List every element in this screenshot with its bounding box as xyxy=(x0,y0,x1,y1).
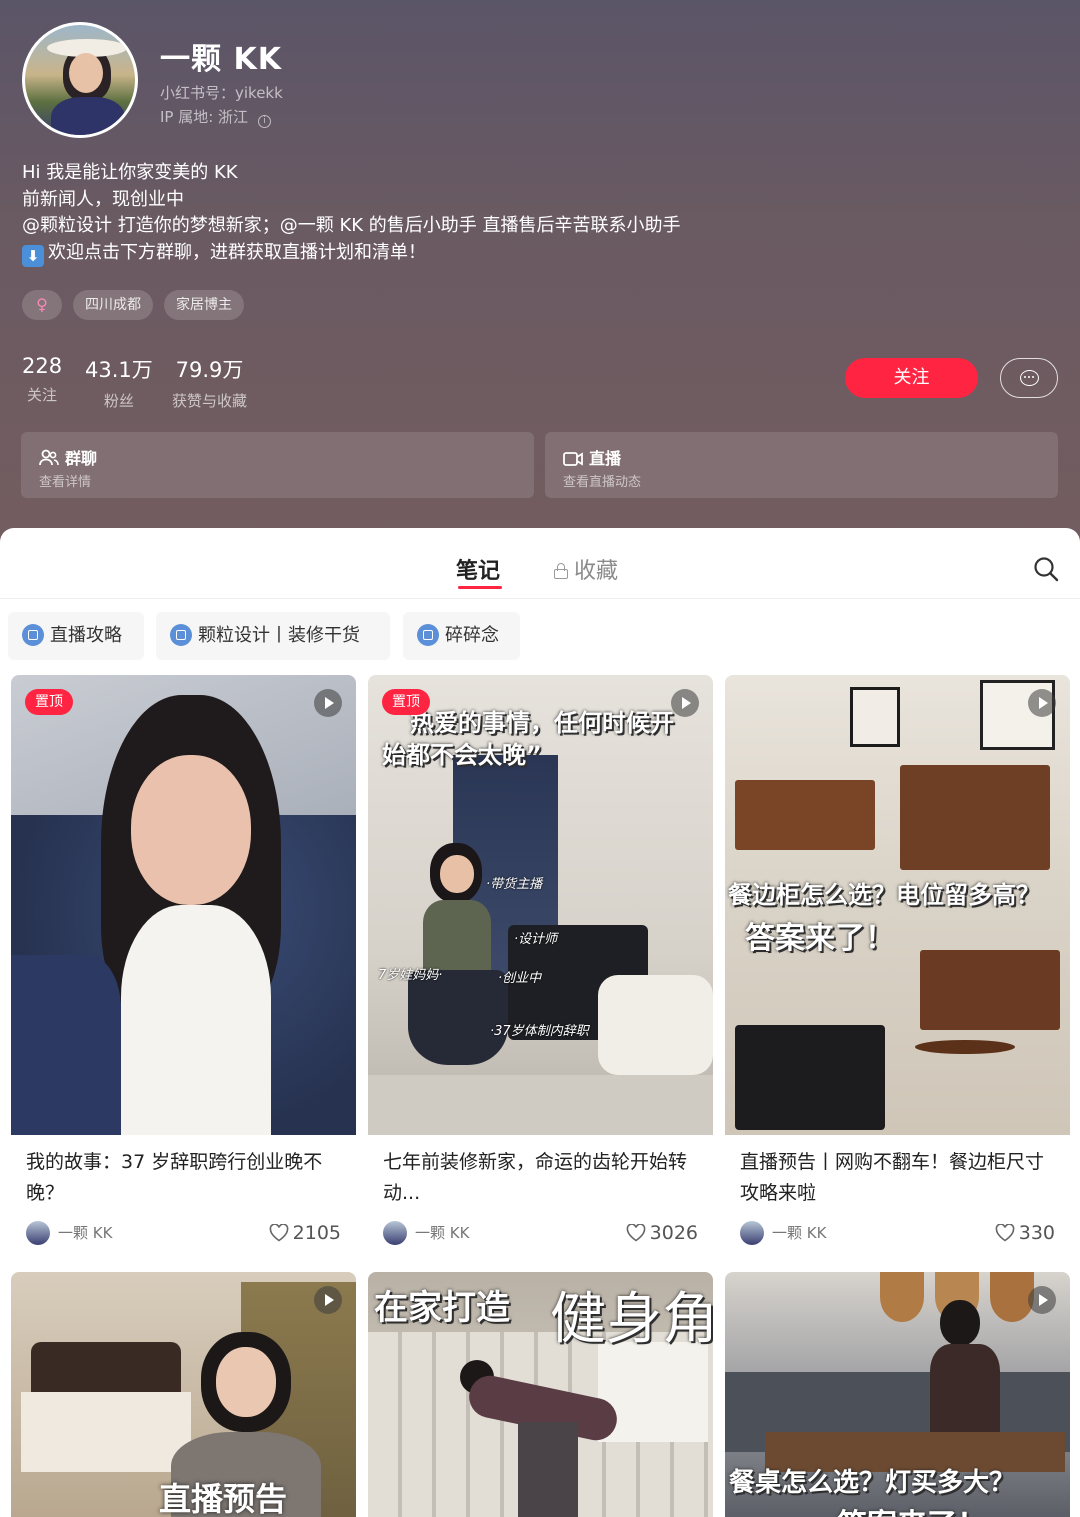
divider xyxy=(0,598,1080,599)
play-icon xyxy=(1028,689,1056,717)
bio-line: Hi 我是能让你家变美的 KK xyxy=(22,162,238,183)
avatar xyxy=(26,1221,50,1245)
note-card[interactable]: 直播预告 xyxy=(11,1272,356,1517)
cover-overlay-text: 餐边柜怎么选？电位留多高？ xyxy=(728,881,1040,909)
cover-overlay-text: 健身角 xyxy=(550,1287,713,1352)
note-card[interactable]: 餐桌怎么选？灯买多大？ 答案来了！ xyxy=(725,1272,1070,1517)
collection-icon xyxy=(417,624,439,646)
cover-overlay-text: 答案来了！ xyxy=(745,921,895,956)
play-icon xyxy=(314,689,342,717)
cover-caption: ·带货主播 xyxy=(486,877,543,892)
note-title: 我的故事：37 岁辞职跨行创业晚不晚？ xyxy=(26,1151,323,1204)
group-icon xyxy=(39,449,59,466)
profile-name: 一颗 KK xyxy=(160,42,282,77)
note-author[interactable]: 一颗 KK xyxy=(26,1221,112,1245)
collection-live-guide[interactable]: 直播攻略 xyxy=(8,612,144,660)
pinned-badge: 置顶 xyxy=(25,689,73,715)
follow-button[interactable]: 关注 xyxy=(845,358,978,398)
bio-line: 前新闻人，现创业中 xyxy=(22,188,184,210)
note-card[interactable]: 热爱的事情，任何时候开 始都不会太晚” ·带货主播 ·设计师 7岁娃妈妈· ·创… xyxy=(368,675,713,1255)
cover-caption: ·37岁体制内辞职 xyxy=(490,1024,589,1039)
play-icon xyxy=(314,1286,342,1314)
search-icon[interactable] xyxy=(1033,556,1059,582)
cover-caption: ·创业中 xyxy=(498,971,542,986)
down-arrow-icon: ⬇ xyxy=(22,244,44,267)
profile-avatar[interactable] xyxy=(22,22,138,138)
cover-overlay-text: 在家打造 xyxy=(374,1288,510,1328)
tab-active-indicator xyxy=(458,586,502,589)
collection-icon xyxy=(22,624,44,646)
stat-likes[interactable]: 79.9万 获赞与收藏 xyxy=(172,354,247,411)
profile-header: 一颗 KK 小红书号：yikekk IP 属地: 浙江 i Hi 我是能让你家变美… xyxy=(0,0,1080,560)
pinned-badge: 置顶 xyxy=(382,689,430,715)
note-card[interactable]: 置顶 我的故事：37 岁辞职跨行创业晚不晚？ 一颗 KK 2105 xyxy=(11,675,356,1255)
avatar xyxy=(740,1221,764,1245)
like-count[interactable]: 330 xyxy=(995,1221,1055,1245)
play-icon xyxy=(1028,1286,1056,1314)
note-card[interactable]: 餐边柜怎么选？电位留多高？ 答案来了！ 直播预告丨网购不翻车！餐边柜尺寸攻略来啦… xyxy=(725,675,1070,1255)
gender-tag: ♀ xyxy=(22,290,62,320)
collection-icon xyxy=(170,624,192,646)
note-title: 七年前装修新家，命运的齿轮开始转动... xyxy=(383,1151,688,1204)
info-icon[interactable]: i xyxy=(258,115,272,128)
profile-bio: Hi 我是能让你家变美的 KK 前新闻人，现创业中 @颗粒设计 打造你的梦想新家… xyxy=(22,160,681,267)
tab-favorites[interactable]: 收藏 xyxy=(554,553,618,585)
cover-caption: 7岁娃妈妈· xyxy=(378,968,443,983)
live-icon xyxy=(563,452,583,466)
note-card[interactable]: 在家打造 健身角 xyxy=(368,1272,713,1517)
like-count[interactable]: 2105 xyxy=(269,1221,341,1245)
cover-overlay-text: 直播预告 xyxy=(159,1480,288,1517)
heart-icon xyxy=(269,1224,288,1242)
collection-design[interactable]: 颗粒设计丨装修干货 xyxy=(156,612,390,660)
cover-overlay-text: 答案来了！ xyxy=(837,1500,987,1517)
note-cover-image xyxy=(11,675,356,1135)
note-title: 直播预告丨网购不翻车！餐边柜尺寸攻略来啦 xyxy=(740,1151,1045,1204)
bio-line: ⬇ 欢迎点击下方群聊，进群获取直播计划和清单！ xyxy=(22,240,681,267)
cover-overlay-text: 始都不会太晚” xyxy=(382,741,542,769)
role-tag: 家居博主 xyxy=(164,290,244,320)
heart-icon xyxy=(995,1224,1015,1242)
cover-caption: ·设计师 xyxy=(514,932,558,947)
live-card[interactable]: 直播 查看直播动态 xyxy=(545,432,1058,498)
avatar xyxy=(383,1221,407,1245)
account-id: 小红书号：yikekk xyxy=(160,84,283,102)
stat-following[interactable]: 228 关注 xyxy=(22,354,62,405)
cover-overlay-text: 热爱的事情，任何时候开 xyxy=(410,709,674,737)
location-tag: 四川成都 xyxy=(73,290,153,320)
group-chat-card[interactable]: 群聊 查看详情 xyxy=(21,432,534,498)
bio-line: @颗粒设计 打造你的梦想新家；@一颗 KK 的售后小助手 直播售后辛苦联系小助手 xyxy=(22,215,681,236)
ip-location: IP 属地: 浙江 i xyxy=(160,106,272,128)
note-author[interactable]: 一颗 KK xyxy=(740,1221,826,1245)
tab-notes[interactable]: 笔记 xyxy=(456,553,500,585)
like-count[interactable]: 3026 xyxy=(626,1221,698,1245)
note-author[interactable]: 一颗 KK xyxy=(383,1221,469,1245)
stat-followers[interactable]: 43.1万 粉丝 xyxy=(85,354,153,411)
lock-icon xyxy=(554,563,568,579)
message-button[interactable] xyxy=(1000,358,1058,398)
cover-overlay-text: 餐桌怎么选？灯买多大？ xyxy=(729,1468,1016,1498)
heart-icon xyxy=(626,1224,645,1242)
collection-chitchat[interactable]: 碎碎念 xyxy=(403,612,520,660)
play-icon xyxy=(671,689,699,717)
chat-bubble-icon xyxy=(1020,370,1039,386)
